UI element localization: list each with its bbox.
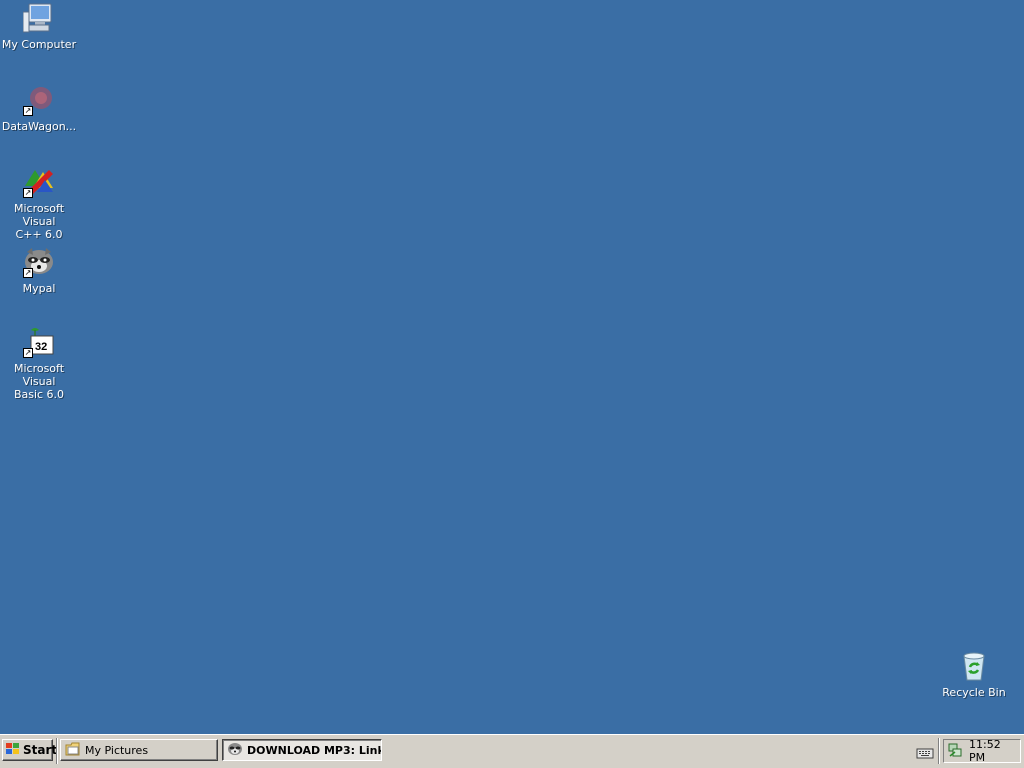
desktop-icon-mypal[interactable]: ↗ Mypal xyxy=(0,246,78,295)
taskbar-button-label: My Pictures xyxy=(85,743,149,757)
taskbar-button-mypal-download[interactable]: DOWNLOAD MP3: Linki... xyxy=(222,739,382,761)
desktop-icon-visual-cpp[interactable]: ↗ Microsoft Visual C++ 6.0 xyxy=(0,166,78,241)
taskbar-separator xyxy=(938,738,940,764)
shortcut-arrow-icon: ↗ xyxy=(23,106,33,116)
visual-basic-icon: 32 ↗ xyxy=(23,326,55,358)
desktop-icon-label: DataWagon... xyxy=(1,120,77,133)
datawagon-icon: ↗ xyxy=(23,84,55,116)
network-icon[interactable] xyxy=(947,742,963,761)
recycle-bin-icon xyxy=(958,650,990,682)
folder-icon xyxy=(65,742,81,759)
taskbar-separator xyxy=(56,738,58,764)
desktop: My Computer ↗ DataWagon... ↗ Microsoft V… xyxy=(0,0,1024,734)
desktop-icon-my-computer[interactable]: My Computer xyxy=(0,2,78,51)
windows-logo-icon xyxy=(6,742,20,758)
visual-cpp-icon: ↗ xyxy=(23,166,55,198)
raccoon-icon: ↗ xyxy=(23,246,55,278)
computer-icon xyxy=(22,2,55,34)
clock[interactable]: 11:52 PM xyxy=(969,738,1020,764)
start-label: Start xyxy=(23,743,58,757)
taskbar-button-label: DOWNLOAD MP3: Linki... xyxy=(247,743,381,757)
svg-text:32: 32 xyxy=(35,341,47,353)
desktop-icon-label: Microsoft Visual C++ 6.0 xyxy=(13,202,65,241)
start-button[interactable]: Start xyxy=(2,739,57,761)
raccoon-icon xyxy=(227,742,243,759)
desktop-icon-datawagon[interactable]: ↗ DataWagon... xyxy=(0,84,78,133)
keyboard-icon[interactable] xyxy=(916,745,934,759)
shortcut-arrow-icon: ↗ xyxy=(23,188,33,198)
system-tray: 11:52 PM xyxy=(943,738,1021,764)
taskbar: Start My Pictures DOWNLOAD MP3: Linki... xyxy=(0,734,1024,768)
desktop-icon-visual-basic[interactable]: 32 ↗ Microsoft Visual Basic 6.0 xyxy=(0,326,78,401)
desktop-icon-label: My Computer xyxy=(1,38,77,51)
shortcut-arrow-icon: ↗ xyxy=(23,348,33,358)
desktop-icon-label: Recycle Bin xyxy=(942,686,1006,699)
shortcut-arrow-icon: ↗ xyxy=(23,268,33,278)
taskbar-button-my-pictures[interactable]: My Pictures xyxy=(60,739,218,761)
desktop-icon-label: Microsoft Visual Basic 6.0 xyxy=(13,362,65,401)
desktop-icon-recycle-bin[interactable]: Recycle Bin xyxy=(935,650,1013,699)
desktop-icon-label: Mypal xyxy=(22,282,56,295)
